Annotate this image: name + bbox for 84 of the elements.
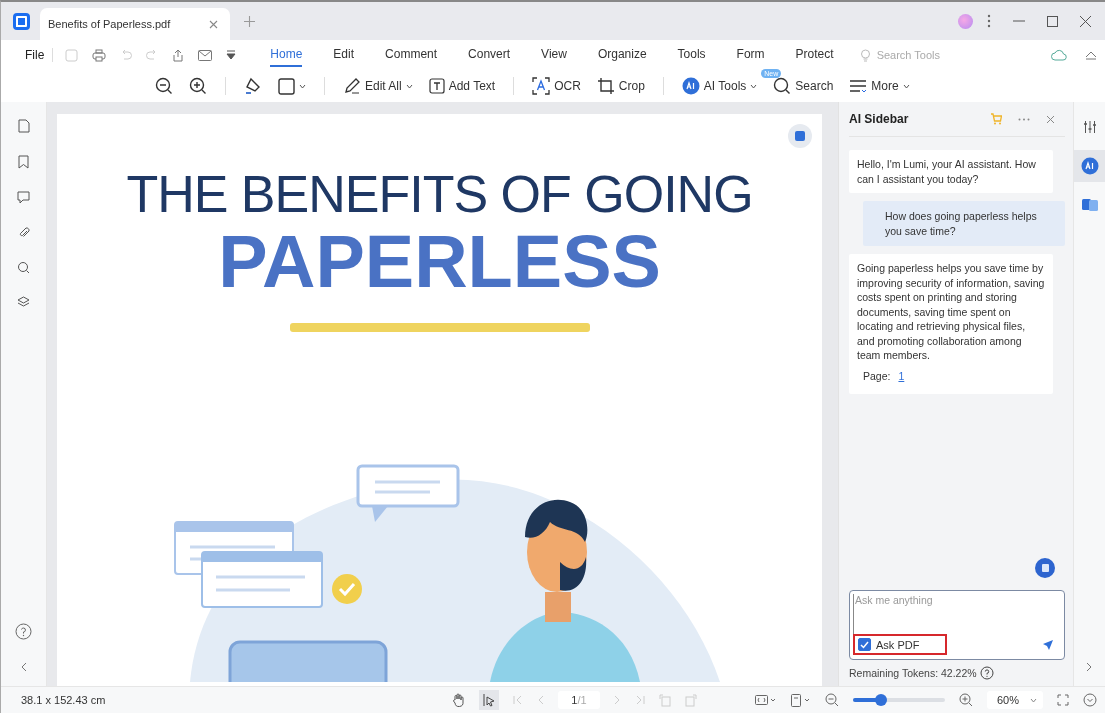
translate-icon[interactable] <box>1081 198 1098 212</box>
bookmark-icon[interactable] <box>18 155 29 169</box>
menu-tab[interactable]: Tools <box>677 43 706 67</box>
help-icon[interactable] <box>15 623 32 640</box>
pencil-icon <box>343 77 361 95</box>
highlighter-icon <box>244 77 262 95</box>
send-icon[interactable] <box>1042 638 1054 651</box>
text-box-icon <box>428 78 445 94</box>
ai-icon <box>681 77 700 95</box>
checkbox-label: Ask PDF <box>876 638 920 651</box>
close-icon[interactable] <box>209 19 218 29</box>
panel-title: AI Sidebar <box>849 112 909 126</box>
document-tab[interactable]: Benefits of Paperless.pdf <box>40 8 230 40</box>
remaining-tokens: Remaining Tokens: 42.22% <box>849 667 977 679</box>
print-icon[interactable] <box>92 48 107 62</box>
zoom-in-icon[interactable] <box>959 693 973 707</box>
mail-icon[interactable] <box>198 49 213 61</box>
kebab-menu-icon[interactable] <box>987 14 991 28</box>
menu-tab[interactable]: Home <box>270 43 303 67</box>
menu-tab[interactable]: Form <box>736 43 765 67</box>
page-link[interactable]: 1 <box>898 368 905 383</box>
fit-screen-icon[interactable] <box>1057 694 1069 706</box>
select-cursor-icon[interactable] <box>482 693 496 707</box>
more-icon[interactable] <box>1018 117 1030 121</box>
maximize-icon[interactable] <box>1047 15 1058 27</box>
sliders-icon[interactable] <box>1082 120 1097 134</box>
file-menu[interactable]: File <box>25 48 54 62</box>
caret-icon <box>1030 697 1037 703</box>
toolbar-button[interactable]: OCR <box>528 74 585 98</box>
dropdown-icon[interactable] <box>226 50 237 60</box>
lightbulb-icon <box>859 48 871 62</box>
toolbar-button[interactable]: Add Text <box>424 75 500 97</box>
message-text: How does going paperless helps you save time? <box>885 210 1037 237</box>
page-icon[interactable] <box>17 119 30 133</box>
toolbar-button[interactable]: AI Tools <box>677 74 762 98</box>
cloud-icon[interactable] <box>1051 49 1067 61</box>
menu-tab[interactable]: Convert <box>468 43 511 67</box>
chevron-right-icon[interactable] <box>1086 662 1093 672</box>
help-icon[interactable] <box>979 666 994 680</box>
zoom-out-icon[interactable] <box>825 693 839 707</box>
chevron-down-circle-icon[interactable] <box>1083 693 1097 707</box>
close-icon[interactable] <box>1080 15 1091 27</box>
message-text: Hello, I'm Lumi, your AI assistant. How can I assistant you today? <box>857 158 1036 185</box>
chat-input-box[interactable]: Ask me anything Ask PDF <box>849 590 1065 660</box>
toolbar-button[interactable]: Edit All <box>339 74 417 98</box>
new-tab-icon[interactable] <box>244 15 255 27</box>
chevron-left-icon[interactable] <box>20 662 27 672</box>
menu-tab[interactable]: View <box>541 43 567 67</box>
menu-tab[interactable]: Edit <box>333 43 355 67</box>
hand-icon[interactable] <box>452 693 465 707</box>
rectangle-icon <box>278 77 295 95</box>
zoom-out-icon <box>155 77 173 95</box>
message-text: Going paperless helps you save time by improving security of information, saving costs spent on printing and storing documents, saving time spent on locating and retrieving physical files, and promoting collaboration among team members. <box>857 262 1045 361</box>
app-logo-icon <box>13 12 30 30</box>
collapse-ribbon-icon[interactable] <box>1085 50 1097 60</box>
search-icon[interactable] <box>17 261 30 274</box>
ocr-icon <box>532 77 551 95</box>
share-icon[interactable] <box>172 48 185 62</box>
attachment-icon[interactable] <box>17 226 30 239</box>
document-heading: THE BENEFITS OF GOING <box>126 166 753 224</box>
document-headline: PAPERLESS <box>218 225 661 300</box>
ask-input-field[interactable]: Ask me anything <box>853 594 1054 634</box>
checkbox[interactable] <box>858 638 871 651</box>
view-mode-icon[interactable] <box>755 695 777 705</box>
menu-icon <box>849 79 868 93</box>
toolbar-button[interactable]: Crop <box>592 74 649 98</box>
menu-tab[interactable]: Organize <box>597 43 647 67</box>
search-icon <box>773 77 792 95</box>
zoom-in-icon <box>189 77 207 95</box>
zoom-dropdown[interactable]: 60% <box>987 691 1043 709</box>
toolbar-button[interactable]: More <box>845 76 914 96</box>
menu-tab[interactable]: Comment <box>385 43 438 67</box>
page-number-field[interactable]: 1/1 <box>558 691 600 709</box>
page-dimensions: 38.1 x 152.43 cm <box>21 694 106 706</box>
ai-icon[interactable] <box>1080 157 1099 175</box>
layers-icon[interactable] <box>17 296 30 308</box>
crop-icon <box>596 77 615 95</box>
close-icon[interactable] <box>1046 114 1055 124</box>
page-layout-icon[interactable] <box>791 693 811 707</box>
comment-icon[interactable] <box>17 191 30 204</box>
page-label: Page: <box>863 368 891 383</box>
search-tools-field[interactable]: Search Tools <box>874 48 969 62</box>
menu-tab[interactable]: Protect <box>795 43 834 67</box>
document-icon[interactable] <box>1035 558 1055 578</box>
